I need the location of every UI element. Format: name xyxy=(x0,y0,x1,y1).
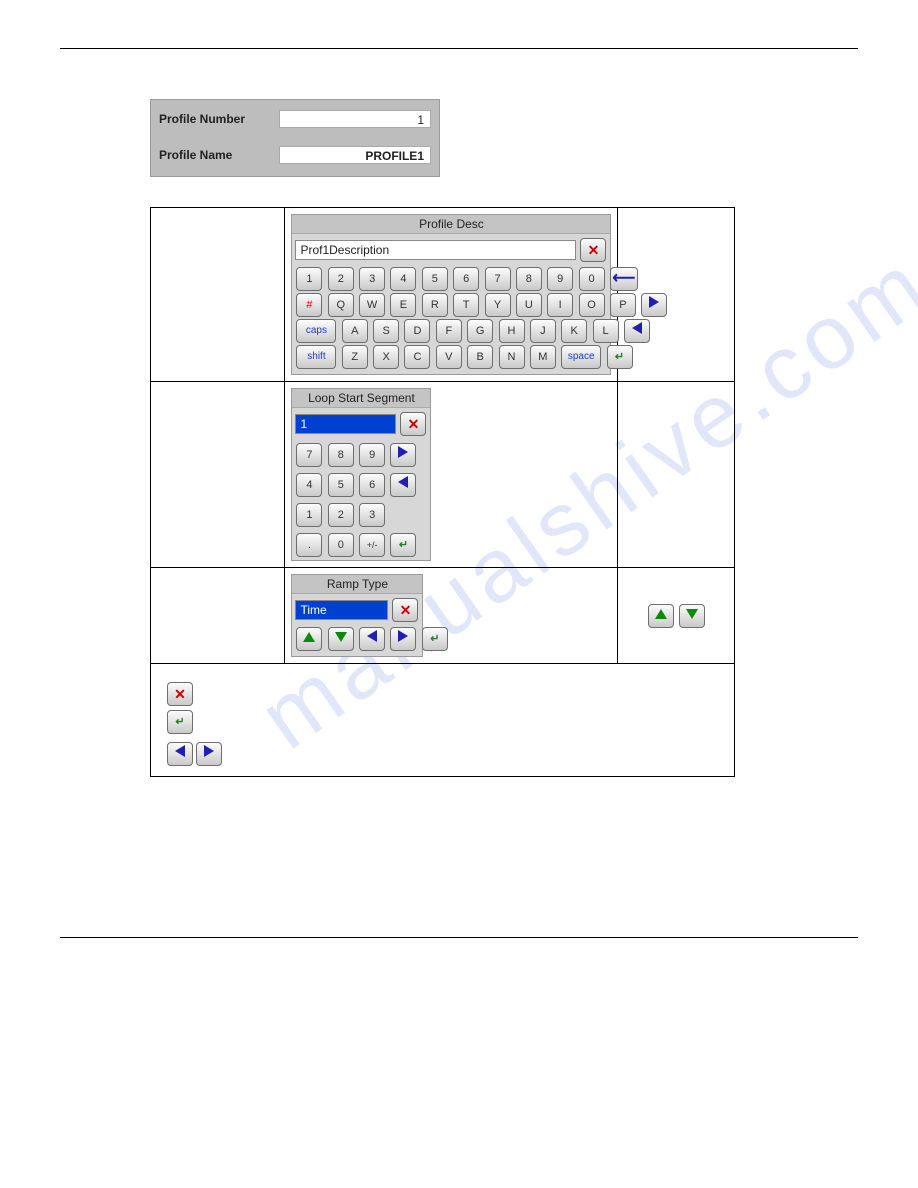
key-j[interactable]: J xyxy=(530,319,556,343)
cursor-left-icon[interactable] xyxy=(359,627,385,651)
key-r[interactable]: R xyxy=(422,293,448,317)
key-x[interactable]: X xyxy=(373,345,399,369)
key-s[interactable]: S xyxy=(373,319,399,343)
profile-name-field[interactable]: PROFILE1 xyxy=(279,146,431,164)
legend: ✕ ↵ xyxy=(167,682,728,770)
profile-name-row: Profile Name PROFILE1 xyxy=(159,146,431,164)
close-icon[interactable]: ✕ xyxy=(580,238,606,262)
cursor-left-icon[interactable] xyxy=(624,319,650,343)
arrow-up-icon[interactable] xyxy=(296,627,322,651)
key-q[interactable]: Q xyxy=(328,293,354,317)
profile-card: Profile Number 1 Profile Name PROFILE1 xyxy=(150,99,440,177)
key-shift[interactable]: shift xyxy=(296,345,336,369)
key-d[interactable]: D xyxy=(404,319,430,343)
key-i[interactable]: I xyxy=(547,293,573,317)
key-h[interactable]: H xyxy=(499,319,525,343)
key-p[interactable]: P xyxy=(610,293,636,317)
profile-number-field[interactable]: 1 xyxy=(279,110,431,128)
key-6[interactable]: 6 xyxy=(359,473,385,497)
profile-number-row: Profile Number 1 xyxy=(159,110,431,128)
key-c[interactable]: C xyxy=(404,345,430,369)
key-f[interactable]: F xyxy=(436,319,462,343)
key-g[interactable]: G xyxy=(467,319,493,343)
cursor-left-icon[interactable] xyxy=(390,473,416,497)
key-o[interactable]: O xyxy=(579,293,605,317)
key-9[interactable]: 9 xyxy=(547,267,573,291)
key-1[interactable]: 1 xyxy=(296,503,322,527)
editor-table: Profile Desc Prof1Description ✕ 1 2 3 4 … xyxy=(150,207,735,777)
arrow-up-icon[interactable] xyxy=(648,604,674,628)
cursor-right-icon xyxy=(196,742,222,766)
key-8[interactable]: 8 xyxy=(328,443,354,467)
key-9[interactable]: 9 xyxy=(359,443,385,467)
alpha-input[interactable]: Prof1Description xyxy=(295,240,576,260)
key-2[interactable]: 2 xyxy=(328,267,354,291)
key-n[interactable]: N xyxy=(499,345,525,369)
select-keypad-title: Ramp Type xyxy=(292,575,422,594)
key-b[interactable]: B xyxy=(467,345,493,369)
cursor-left-icon xyxy=(167,742,193,766)
key-3[interactable]: 3 xyxy=(359,267,385,291)
close-icon[interactable]: ✕ xyxy=(400,412,426,436)
numeric-keypad-title: Loop Start Segment xyxy=(292,389,430,408)
key-0[interactable]: 0 xyxy=(579,267,605,291)
key-6[interactable]: 6 xyxy=(453,267,479,291)
key-t[interactable]: T xyxy=(453,293,479,317)
key-space[interactable]: space xyxy=(561,345,601,369)
key-2[interactable]: 2 xyxy=(328,503,354,527)
key-hash[interactable]: # xyxy=(296,293,322,317)
profile-number-label: Profile Number xyxy=(159,112,279,126)
key-1[interactable]: 1 xyxy=(296,267,322,291)
alpha-keypad-title: Profile Desc xyxy=(292,215,610,234)
key-7[interactable]: 7 xyxy=(485,267,511,291)
key-a[interactable]: A xyxy=(342,319,368,343)
cursor-right-icon[interactable] xyxy=(641,293,667,317)
key-5[interactable]: 5 xyxy=(422,267,448,291)
key-5[interactable]: 5 xyxy=(328,473,354,497)
cursor-right-icon[interactable] xyxy=(390,443,416,467)
key-y[interactable]: Y xyxy=(485,293,511,317)
enter-icon[interactable]: ↵ xyxy=(422,627,448,651)
key-4[interactable]: 4 xyxy=(296,473,322,497)
select-keypad: Ramp Type Time ✕ ↵ xyxy=(291,574,423,657)
cursor-right-icon[interactable] xyxy=(390,627,416,651)
key-k[interactable]: K xyxy=(561,319,587,343)
key-m[interactable]: M xyxy=(530,345,556,369)
key-w[interactable]: W xyxy=(359,293,385,317)
alpha-keypad: Profile Desc Prof1Description ✕ 1 2 3 4 … xyxy=(291,214,611,375)
key-7[interactable]: 7 xyxy=(296,443,322,467)
bottom-rule xyxy=(60,937,858,938)
arrow-down-icon[interactable] xyxy=(679,604,705,628)
profile-name-label: Profile Name xyxy=(159,148,279,162)
key-l[interactable]: L xyxy=(593,319,619,343)
key-e[interactable]: E xyxy=(390,293,416,317)
backspace-icon[interactable]: ⟵ xyxy=(610,267,638,291)
enter-icon[interactable]: ↵ xyxy=(607,345,633,369)
key-v[interactable]: V xyxy=(436,345,462,369)
numeric-input[interactable]: 1 xyxy=(295,414,396,434)
key-8[interactable]: 8 xyxy=(516,267,542,291)
select-input[interactable]: Time xyxy=(295,600,388,620)
key-caps[interactable]: caps xyxy=(296,319,336,343)
key-z[interactable]: Z xyxy=(342,345,368,369)
key-4[interactable]: 4 xyxy=(390,267,416,291)
key-u[interactable]: U xyxy=(516,293,542,317)
close-icon: ✕ xyxy=(167,682,193,706)
arrow-down-icon[interactable] xyxy=(328,627,354,651)
key-3[interactable]: 3 xyxy=(359,503,385,527)
key-dot[interactable]: . xyxy=(296,533,322,557)
numeric-keypad: Loop Start Segment 1 ✕ 7 8 9 4 5 6 xyxy=(291,388,431,561)
top-rule xyxy=(60,48,858,49)
enter-icon: ↵ xyxy=(167,710,193,734)
key-sign[interactable]: +/- xyxy=(359,533,385,557)
key-0[interactable]: 0 xyxy=(328,533,354,557)
enter-icon[interactable]: ↵ xyxy=(390,533,416,557)
close-icon[interactable]: ✕ xyxy=(392,598,418,622)
